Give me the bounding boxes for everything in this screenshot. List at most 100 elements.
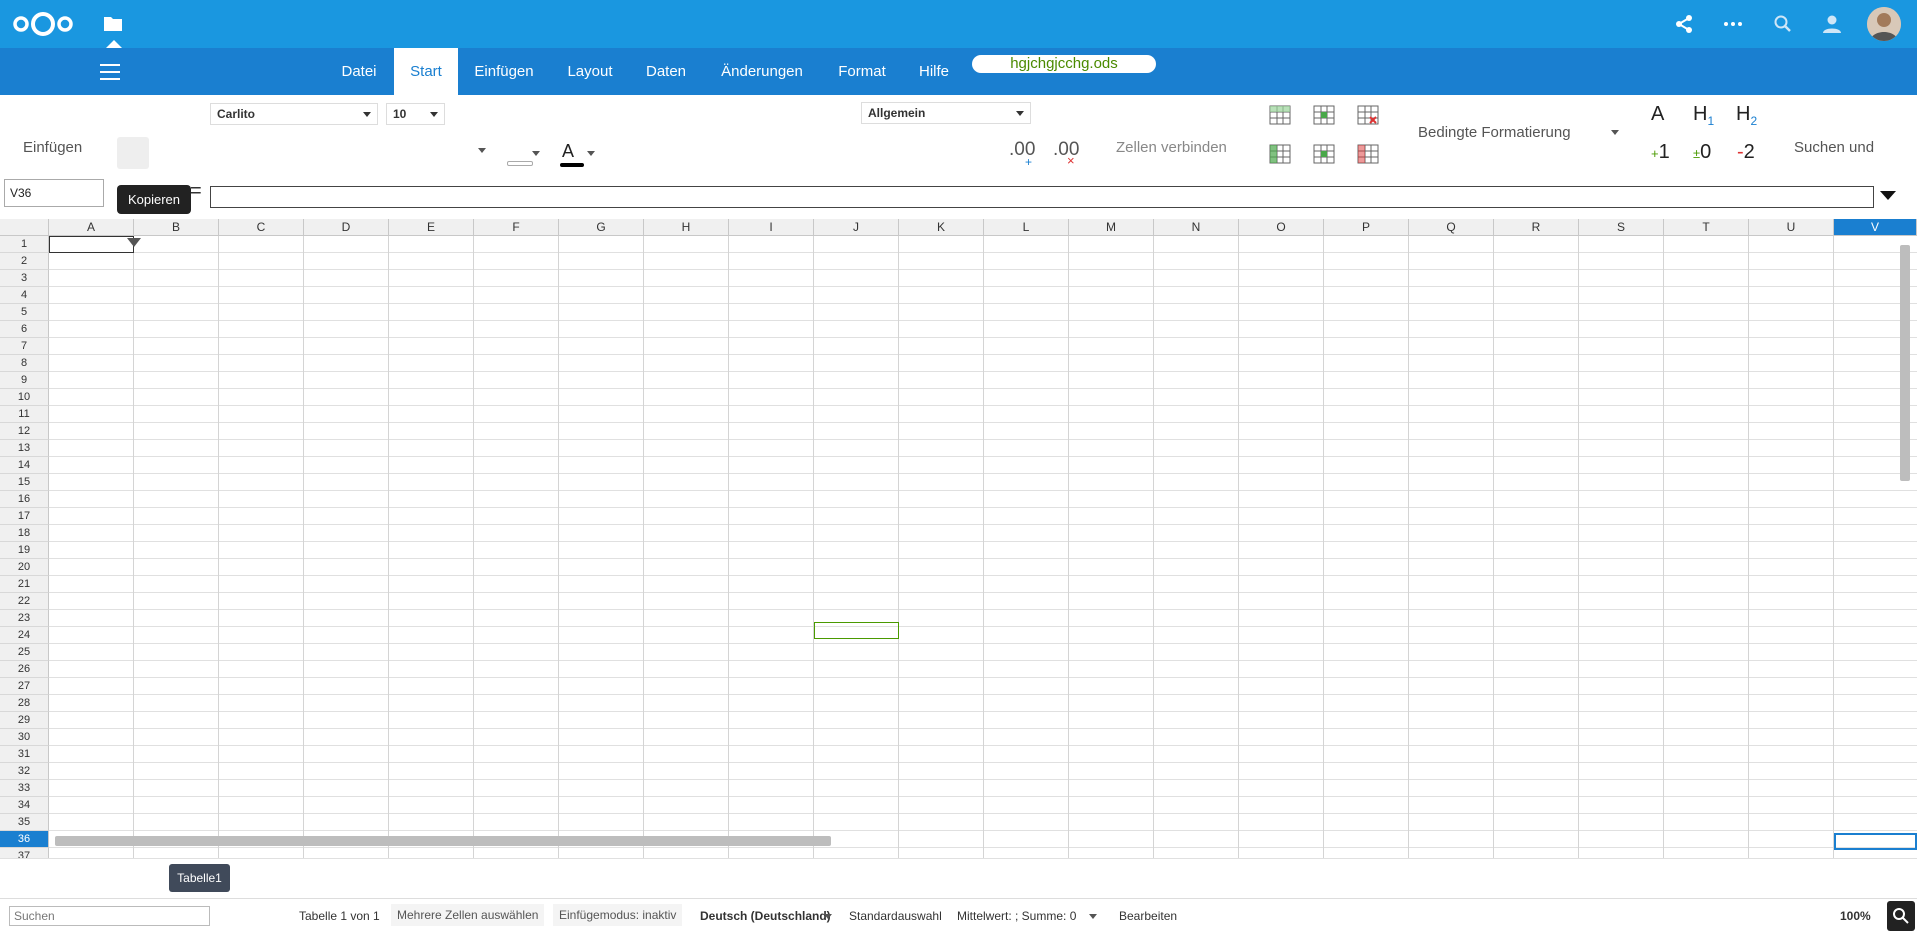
vertical-scrollbar[interactable] — [1900, 245, 1910, 481]
row-header-1[interactable]: 1 — [0, 236, 49, 253]
column-header-s[interactable]: S — [1579, 219, 1664, 236]
delete-column-icon[interactable] — [1356, 142, 1380, 166]
paste-button[interactable]: Einfügen — [23, 139, 82, 156]
tab-hilfe[interactable]: Hilfe — [906, 48, 962, 95]
expand-formula-icon[interactable] — [1880, 191, 1896, 200]
column-header-c[interactable]: C — [219, 219, 304, 236]
tab-daten[interactable]: Daten — [634, 48, 698, 95]
spreadsheet-grid[interactable]: ABCDEFGHIJKLMNOPQRSTUV 1 2 3 4 5 6 7 8 9 10 11 12 13… — [0, 219, 1917, 858]
row-header-35[interactable]: 35 — [0, 814, 49, 831]
row-header-16[interactable]: 16 — [0, 491, 49, 508]
horizontal-scrollbar[interactable] — [55, 836, 831, 846]
contacts-icon[interactable] — [1820, 12, 1844, 36]
row-header-17[interactable]: 17 — [0, 508, 49, 525]
insert-row-below-icon[interactable] — [1312, 103, 1336, 127]
row-header-28[interactable]: 28 — [0, 695, 49, 712]
column-header-k[interactable]: K — [899, 219, 984, 236]
highlight-color-icon[interactable] — [507, 161, 533, 166]
tab-datei[interactable]: Datei — [329, 48, 389, 95]
search-icon[interactable] — [1771, 12, 1795, 36]
column-header-o[interactable]: O — [1239, 219, 1324, 236]
cell-v36-selected[interactable] — [1834, 833, 1917, 850]
cell-j24-highlight[interactable] — [814, 622, 899, 639]
formula-equals[interactable]: = — [190, 180, 202, 203]
hamburger-menu-icon[interactable] — [100, 64, 120, 80]
selection-mode[interactable]: Mehrere Zellen auswählen — [391, 904, 545, 926]
insert-mode[interactable]: Einfügemodus: inaktiv — [553, 904, 683, 926]
style-default[interactable]: A — [1651, 103, 1664, 126]
clipboard-icon[interactable] — [117, 137, 149, 169]
column-header-a[interactable]: A — [49, 219, 134, 236]
row-header-6[interactable]: 6 — [0, 321, 49, 338]
zoom-level[interactable]: 100% — [1840, 909, 1871, 923]
row-header-21[interactable]: 21 — [0, 576, 49, 593]
increase-indent[interactable]: +1 — [1651, 141, 1670, 164]
row-header-4[interactable]: 4 — [0, 287, 49, 304]
sheet-tab[interactable]: Tabelle1 — [169, 864, 230, 892]
more-icon[interactable] — [1721, 12, 1745, 36]
nextcloud-logo-icon[interactable] — [12, 10, 74, 38]
zoom-button[interactable] — [1887, 901, 1915, 931]
column-header-i[interactable]: I — [729, 219, 814, 236]
row-header-19[interactable]: 19 — [0, 542, 49, 559]
row-header-25[interactable]: 25 — [0, 644, 49, 661]
column-header-m[interactable]: M — [1069, 219, 1154, 236]
row-header-12[interactable]: 12 — [0, 423, 49, 440]
row-header-29[interactable]: 29 — [0, 712, 49, 729]
formula-input[interactable] — [210, 186, 1874, 208]
column-header-n[interactable]: N — [1154, 219, 1239, 236]
style-heading2[interactable]: H2 — [1736, 103, 1757, 128]
files-icon[interactable] — [102, 13, 124, 35]
column-header-b[interactable]: B — [134, 219, 219, 236]
column-header-q[interactable]: Q — [1409, 219, 1494, 236]
row-header-32[interactable]: 32 — [0, 763, 49, 780]
chevron-down-icon[interactable] — [824, 914, 832, 919]
row-header-13[interactable]: 13 — [0, 440, 49, 457]
row-header-24[interactable]: 24 — [0, 627, 49, 644]
chevron-down-icon[interactable] — [587, 151, 595, 156]
column-header-l[interactable]: L — [984, 219, 1069, 236]
reset-indent[interactable]: ±0 — [1693, 141, 1711, 164]
language-select[interactable]: Deutsch (Deutschland) — [700, 909, 831, 923]
row-header-22[interactable]: 22 — [0, 593, 49, 610]
chevron-down-icon[interactable] — [478, 148, 486, 153]
row-header-23[interactable]: 23 — [0, 610, 49, 627]
search-input[interactable]: Suchen — [9, 906, 210, 926]
row-header-5[interactable]: 5 — [0, 304, 49, 321]
conditional-formatting-button[interactable]: Bedingte Formatierung — [1418, 124, 1571, 141]
tab-aenderungen[interactable]: Änderungen — [710, 48, 814, 95]
row-header-15[interactable]: 15 — [0, 474, 49, 491]
row-header-7[interactable]: 7 — [0, 338, 49, 355]
style-heading1[interactable]: H1 — [1693, 103, 1714, 128]
row-header-34[interactable]: 34 — [0, 797, 49, 814]
column-header-h[interactable]: H — [644, 219, 729, 236]
row-header-11[interactable]: 11 — [0, 406, 49, 423]
insert-column-right-icon[interactable] — [1312, 142, 1336, 166]
tab-start[interactable]: Start — [394, 48, 458, 95]
name-box[interactable]: V36 — [4, 179, 104, 207]
row-header-8[interactable]: 8 — [0, 355, 49, 372]
column-header-t[interactable]: T — [1664, 219, 1749, 236]
column-header-v[interactable]: V — [1834, 219, 1917, 236]
row-header-14[interactable]: 14 — [0, 457, 49, 474]
share-icon[interactable] — [1672, 12, 1696, 36]
row-header-26[interactable]: 26 — [0, 661, 49, 678]
row-header-9[interactable]: 9 — [0, 372, 49, 389]
corner-cell[interactable] — [0, 219, 49, 236]
chevron-down-icon[interactable] — [1611, 130, 1619, 135]
column-header-e[interactable]: E — [389, 219, 474, 236]
column-header-j[interactable]: J — [814, 219, 899, 236]
insert-row-above-icon[interactable] — [1268, 103, 1292, 127]
row-header-20[interactable]: 20 — [0, 559, 49, 576]
row-header-18[interactable]: 18 — [0, 525, 49, 542]
row-header-10[interactable]: 10 — [0, 389, 49, 406]
merge-cells-button[interactable]: Zellen verbinden — [1116, 139, 1227, 156]
column-header-p[interactable]: P — [1324, 219, 1409, 236]
font-name-select[interactable]: Carlito — [210, 103, 378, 125]
row-header-30[interactable]: 30 — [0, 729, 49, 746]
chevron-down-icon[interactable] — [532, 151, 540, 156]
tab-einfuegen[interactable]: Einfügen — [463, 48, 545, 95]
document-filename[interactable]: hgjchgjcchg.ods — [972, 55, 1156, 73]
column-header-u[interactable]: U — [1749, 219, 1834, 236]
font-color-icon[interactable]: A — [562, 141, 574, 162]
